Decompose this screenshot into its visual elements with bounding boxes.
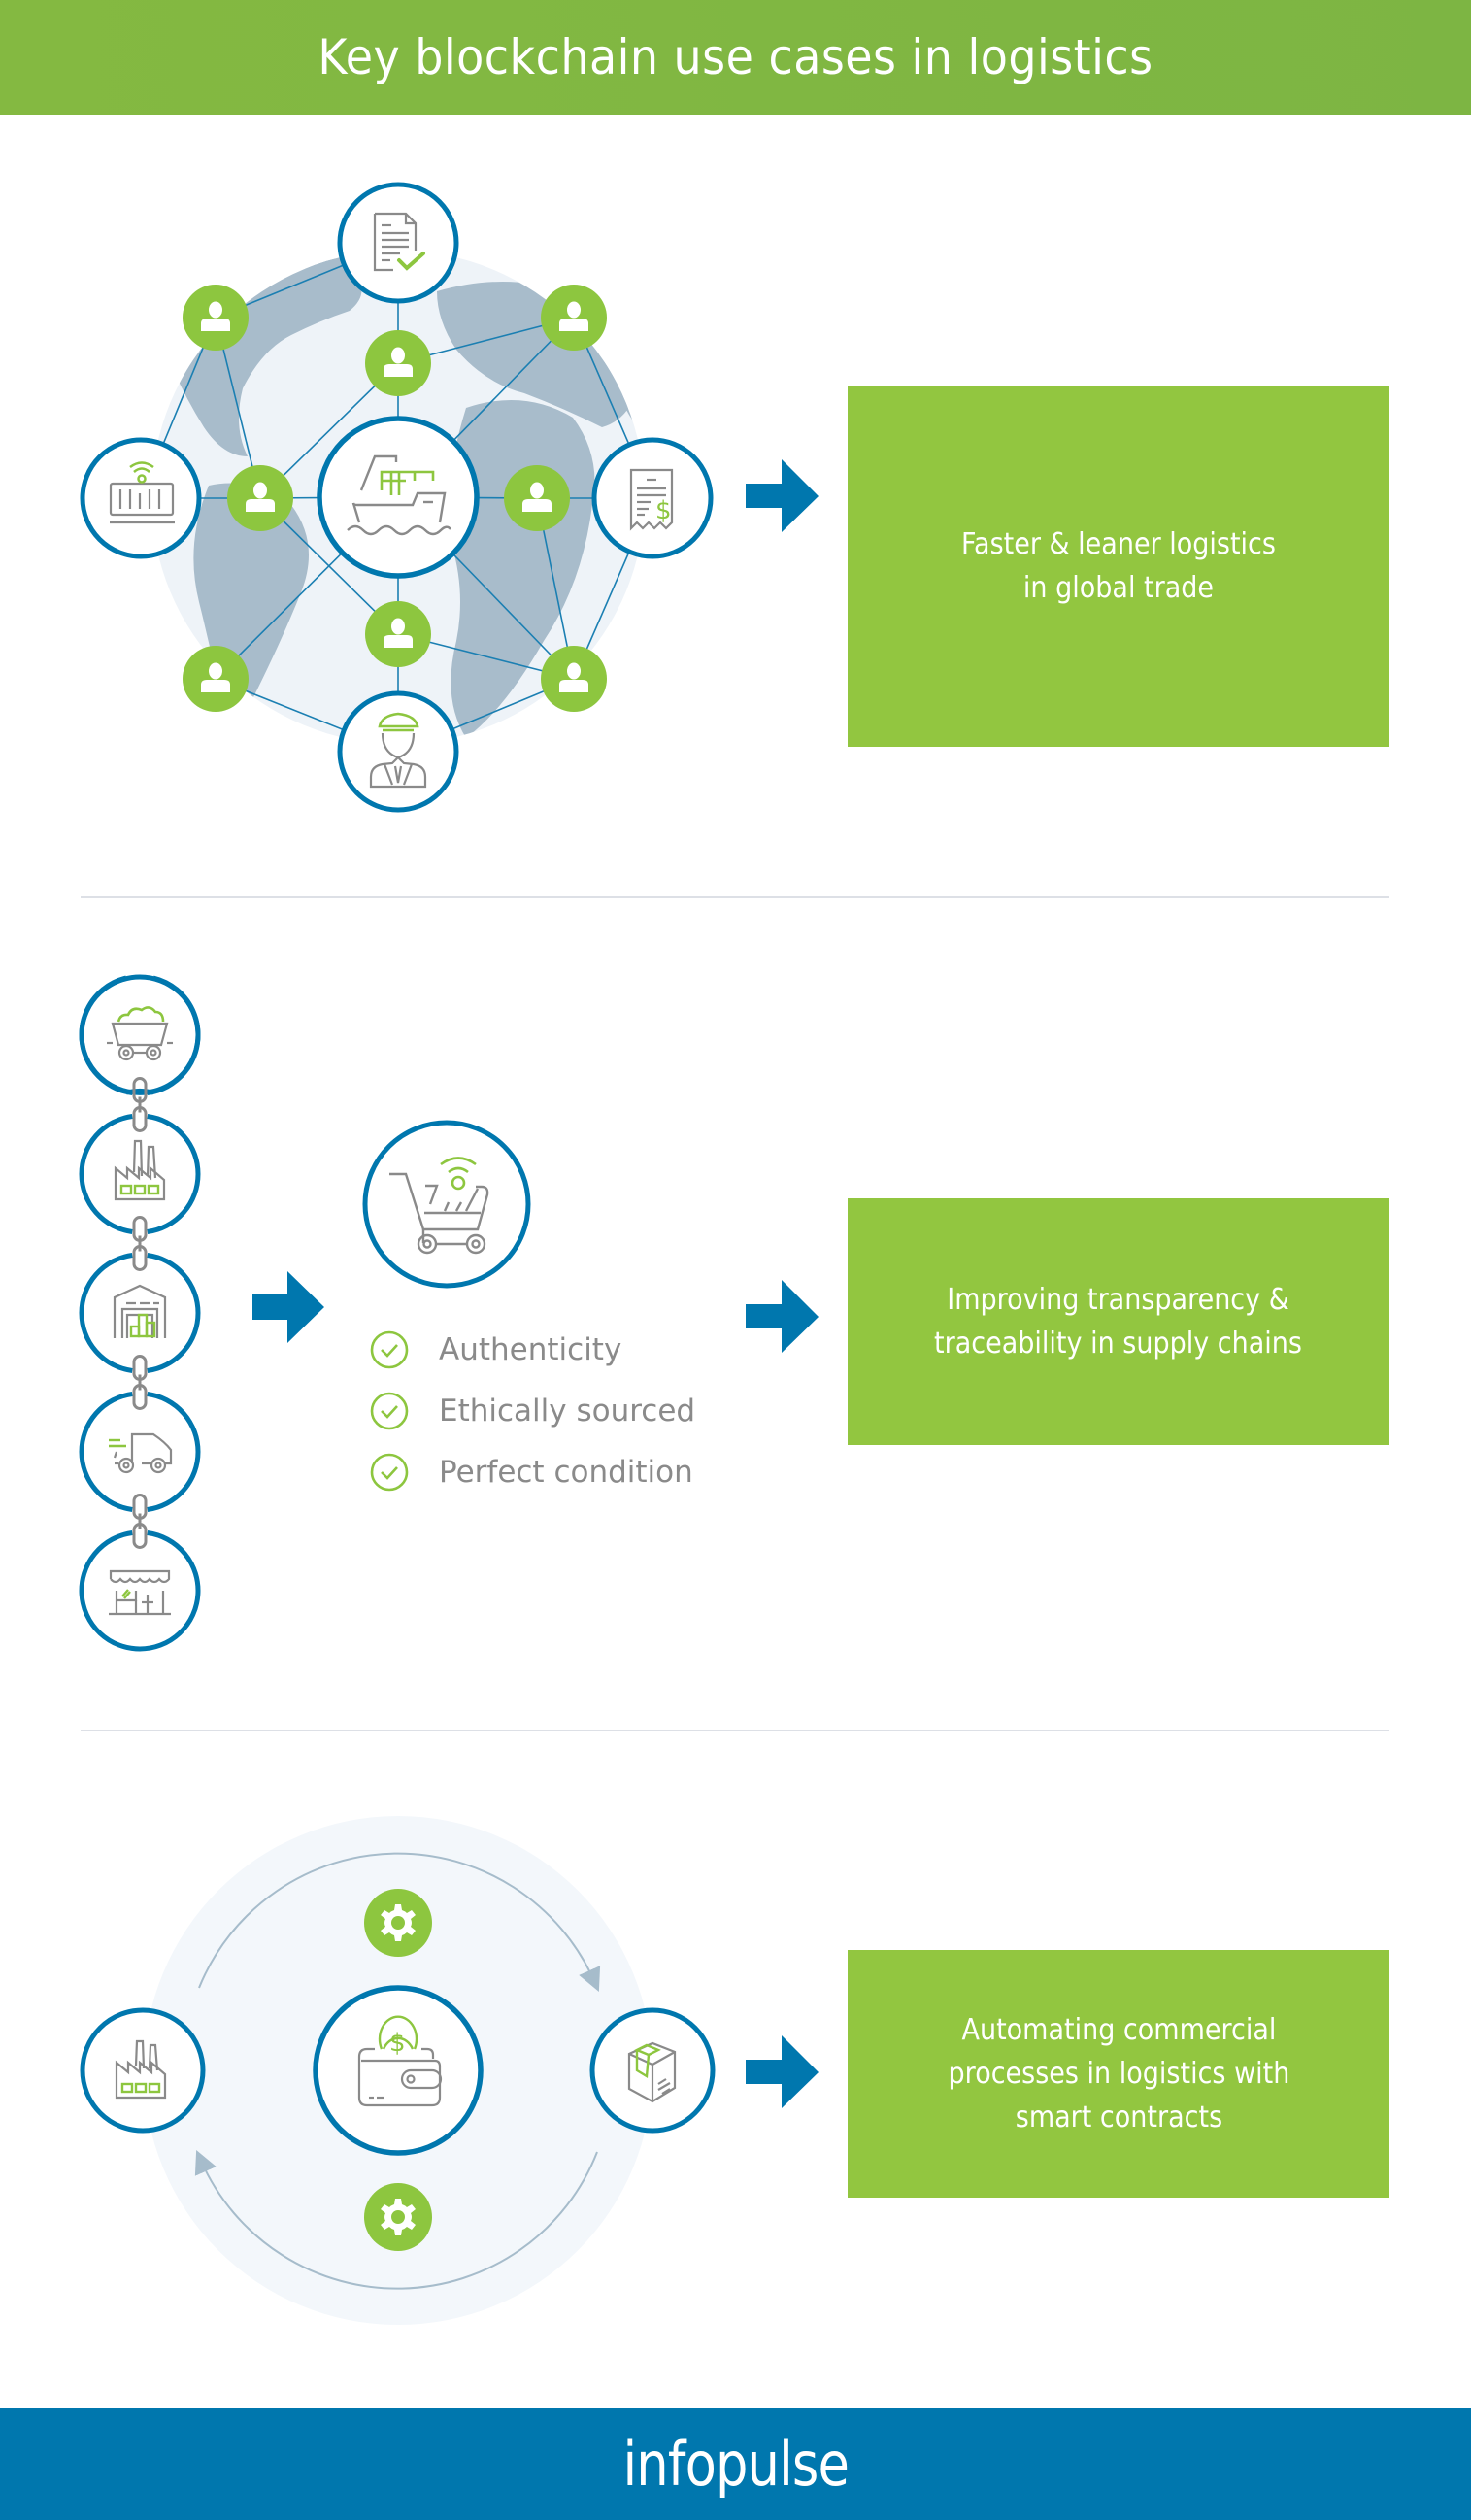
arrow-right-icon [746, 2035, 819, 2108]
outcome-box-smart-contracts: Automating commercial processes in logis… [848, 1950, 1389, 2198]
outcome-text: Automating commercial processes in logis… [948, 2013, 1289, 2134]
gear-node [364, 1889, 432, 1957]
brand-logo: infopulse [622, 2429, 849, 2500]
wallet-node: $ [313, 1985, 484, 2156]
package-node [589, 2007, 716, 2134]
factory-node [80, 2007, 206, 2134]
svg-text:$: $ [389, 2029, 406, 2058]
footer-banner: infopulse [0, 2408, 1471, 2520]
gear-node [364, 2183, 432, 2251]
